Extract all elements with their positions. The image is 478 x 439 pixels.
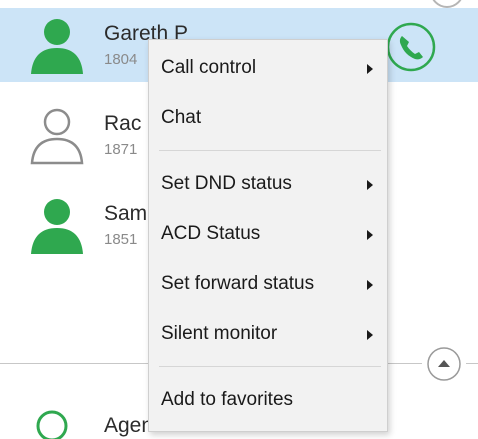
menu-item-label: Silent monitor: [161, 323, 278, 344]
menu-item-label: Set forward status: [161, 273, 315, 294]
context-menu: Call control Chat Set DND status ACD Sta…: [148, 39, 388, 432]
contact-name: Sam: [104, 202, 148, 225]
person-filled-icon: [31, 19, 83, 74]
menu-item-label: Call control: [161, 57, 257, 78]
submenu-arrow-icon: [367, 230, 373, 240]
menu-item-chat[interactable]: Chat: [149, 98, 387, 138]
menu-item-acd-status[interactable]: ACD Status: [149, 214, 387, 254]
section-divider: [466, 363, 478, 364]
contact-extension: 1851: [104, 231, 138, 248]
menu-item-set-dnd-status[interactable]: Set DND status: [149, 164, 387, 204]
menu-item-add-to-favorites[interactable]: Add to favorites: [149, 380, 387, 420]
menu-item-silent-monitor[interactable]: Silent monitor: [149, 314, 387, 354]
menu-item-label: Chat: [161, 107, 202, 128]
menu-item-label: Add to favorites: [161, 389, 294, 410]
submenu-arrow-icon: [367, 280, 373, 290]
person-outline-icon: [30, 108, 84, 165]
person-filled-icon: [31, 199, 83, 254]
menu-separator: [159, 366, 381, 367]
submenu-arrow-icon: [367, 330, 373, 340]
status-ring-icon: [430, 0, 464, 8]
menu-item-label: ACD Status: [161, 223, 261, 244]
menu-item-call-control[interactable]: Call control: [149, 48, 387, 88]
menu-item-set-forward-status[interactable]: Set forward status: [149, 264, 387, 304]
contact-extension: 1804: [104, 51, 138, 68]
submenu-arrow-icon: [367, 64, 373, 74]
phone-icon[interactable]: [385, 21, 437, 73]
menu-separator: [159, 150, 381, 151]
contact-name: Rac: [104, 112, 142, 135]
contact-extension: 1871: [104, 141, 138, 158]
submenu-arrow-icon: [367, 180, 373, 190]
menu-item-label: Set DND status: [161, 173, 292, 194]
chevron-up-icon[interactable]: [426, 346, 462, 382]
ring-icon: [36, 410, 68, 439]
contacts-panel: Gareth P 1804 Rac 1871 Sam 1851 Agent 12…: [0, 0, 478, 439]
